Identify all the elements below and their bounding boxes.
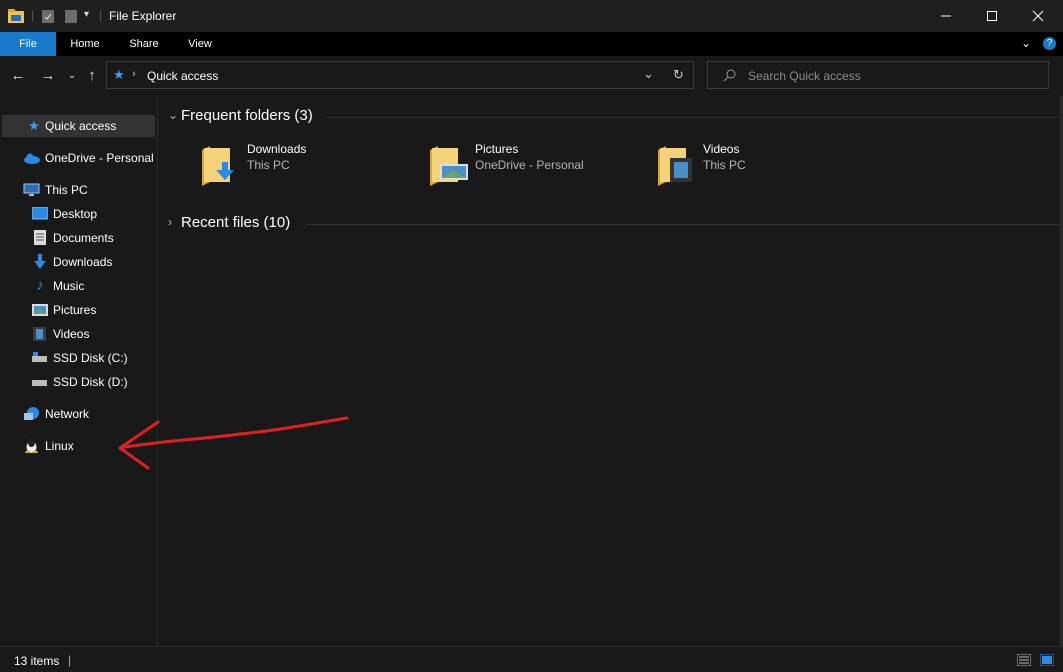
linux-penguin-icon bbox=[25, 439, 38, 453]
search-icon bbox=[723, 69, 736, 82]
sidebar-item-label: Videos bbox=[53, 327, 90, 341]
breadcrumb[interactable]: Quick access bbox=[147, 69, 218, 83]
navigation-pane: ★ Quick access OneDrive - Personal This … bbox=[0, 96, 158, 646]
breadcrumb-chevron-icon[interactable]: › bbox=[132, 68, 136, 80]
sidebar-item-this-pc[interactable]: This PC bbox=[0, 179, 156, 201]
computer-icon bbox=[23, 183, 40, 196]
large-icons-view-icon[interactable] bbox=[1040, 654, 1054, 666]
pictures-icon bbox=[32, 304, 48, 316]
folder-app-icon bbox=[8, 9, 24, 23]
sidebar-item-desktop[interactable]: Desktop bbox=[0, 203, 156, 225]
folder-name: Downloads bbox=[247, 142, 307, 156]
content-pane: ⌄ Frequent folders (3) Downloads This PC… bbox=[158, 96, 1063, 646]
search-input[interactable] bbox=[746, 67, 1040, 85]
frequent-folders-label: Frequent folders (3) bbox=[181, 107, 313, 124]
sidebar-item-label: Network bbox=[45, 407, 90, 421]
video-icon bbox=[33, 327, 46, 341]
navigation-bar: ← → ⌄ ↑ ★ › Quick access ⌄ ↻ bbox=[0, 56, 1063, 96]
sidebar-item-label: Music bbox=[53, 279, 85, 293]
sidebar-item-label: SSD Disk (D:) bbox=[53, 375, 128, 389]
sidebar-item-label: Linux bbox=[45, 439, 74, 453]
sidebar-item-downloads[interactable]: Downloads bbox=[0, 251, 156, 273]
recent-files-header[interactable]: › Recent files (10) bbox=[166, 213, 1063, 235]
sidebar-item-label: Documents bbox=[53, 231, 114, 245]
network-icon bbox=[24, 407, 39, 420]
star-icon: ★ bbox=[28, 118, 40, 133]
recent-locations-chevron-icon[interactable]: ⌄ bbox=[62, 66, 82, 86]
folder-tile-videos[interactable]: Videos This PC bbox=[656, 140, 876, 188]
music-icon: ♪ bbox=[36, 277, 44, 294]
refresh-icon[interactable]: ↻ bbox=[673, 67, 684, 83]
folder-location: OneDrive - Personal bbox=[475, 158, 584, 172]
separator: | bbox=[31, 8, 35, 22]
annotation-arrow bbox=[118, 416, 349, 470]
forward-button[interactable]: → bbox=[38, 66, 58, 86]
address-bar[interactable]: ★ › Quick access ⌄ ↻ bbox=[106, 61, 694, 89]
expand-ribbon-icon[interactable]: ⌄ bbox=[1021, 36, 1031, 50]
star-icon: ★ bbox=[113, 67, 125, 82]
tab-home[interactable]: Home bbox=[62, 32, 108, 56]
divider bbox=[306, 224, 1063, 225]
folder-tile-downloads[interactable]: Downloads This PC bbox=[200, 140, 420, 188]
separator: | bbox=[68, 653, 72, 667]
minimize-button[interactable] bbox=[923, 0, 969, 32]
sidebar-item-label: OneDrive - Personal bbox=[45, 151, 154, 165]
ribbon-tabs: File Home Share View ⌄ ? bbox=[0, 32, 1063, 56]
sidebar-item-label: Downloads bbox=[53, 255, 113, 269]
tab-share[interactable]: Share bbox=[121, 32, 167, 56]
title-bar: | ▾ | File Explorer bbox=[0, 0, 1063, 32]
tab-file[interactable]: File bbox=[0, 32, 56, 56]
details-view-icon[interactable] bbox=[1017, 654, 1031, 666]
pictures-folder-icon bbox=[430, 146, 468, 186]
sidebar-item-quick-access[interactable]: ★ Quick access bbox=[2, 115, 155, 137]
sidebar-item-onedrive[interactable]: OneDrive - Personal bbox=[0, 147, 156, 169]
up-button[interactable]: ↑ bbox=[82, 66, 102, 86]
document-icon bbox=[34, 230, 46, 245]
back-button[interactable]: ← bbox=[8, 66, 28, 86]
videos-folder-icon bbox=[658, 146, 692, 186]
window-title: File Explorer bbox=[109, 9, 177, 23]
recent-files-label: Recent files (10) bbox=[181, 214, 291, 231]
sidebar-item-disk-d[interactable]: SSD Disk (D:) bbox=[0, 371, 156, 393]
sidebar-item-label: Desktop bbox=[53, 207, 98, 221]
sidebar-item-label: Quick access bbox=[45, 119, 117, 133]
desktop-icon bbox=[32, 207, 48, 220]
close-button[interactable] bbox=[1015, 0, 1061, 32]
maximize-button[interactable] bbox=[969, 0, 1015, 32]
sidebar-item-videos[interactable]: Videos bbox=[0, 323, 156, 345]
sidebar-item-music[interactable]: ♪ Music bbox=[0, 275, 156, 297]
cloud-icon bbox=[24, 153, 40, 164]
folder-tile-pictures[interactable]: Pictures OneDrive - Personal bbox=[428, 140, 648, 188]
drive-icon bbox=[32, 380, 47, 386]
new-folder-icon[interactable] bbox=[65, 10, 77, 23]
folder-name: Pictures bbox=[475, 142, 519, 156]
tab-view[interactable]: View bbox=[177, 32, 223, 56]
collapse-chevron-icon[interactable]: ⌄ bbox=[168, 108, 178, 122]
download-icon bbox=[34, 254, 46, 269]
search-box[interactable] bbox=[707, 61, 1049, 89]
sidebar-item-disk-c[interactable]: SSD Disk (C:) bbox=[0, 347, 156, 369]
sidebar-item-label: This PC bbox=[45, 183, 88, 197]
downloads-folder-icon bbox=[202, 146, 234, 186]
customize-toolbar-icon[interactable]: ▾ bbox=[84, 9, 89, 20]
status-bar: 13 items | bbox=[0, 646, 1063, 672]
expand-chevron-icon[interactable]: › bbox=[168, 215, 172, 229]
sidebar-item-label: SSD Disk (C:) bbox=[53, 351, 128, 365]
sidebar-item-label: Pictures bbox=[53, 303, 97, 317]
folder-location: This PC bbox=[247, 158, 290, 172]
item-count: 13 items bbox=[14, 654, 60, 668]
sidebar-item-pictures[interactable]: Pictures bbox=[0, 299, 156, 321]
separator: | bbox=[99, 8, 103, 22]
address-dropdown-icon[interactable]: ⌄ bbox=[643, 66, 654, 82]
divider bbox=[326, 117, 1063, 118]
folder-location: This PC bbox=[703, 158, 746, 172]
properties-icon[interactable] bbox=[42, 10, 54, 23]
frequent-folders-header[interactable]: ⌄ Frequent folders (3) bbox=[166, 106, 1063, 128]
drive-icon bbox=[32, 352, 47, 362]
help-icon[interactable]: ? bbox=[1043, 37, 1056, 50]
folder-name: Videos bbox=[703, 142, 740, 156]
sidebar-item-documents[interactable]: Documents bbox=[0, 227, 156, 249]
